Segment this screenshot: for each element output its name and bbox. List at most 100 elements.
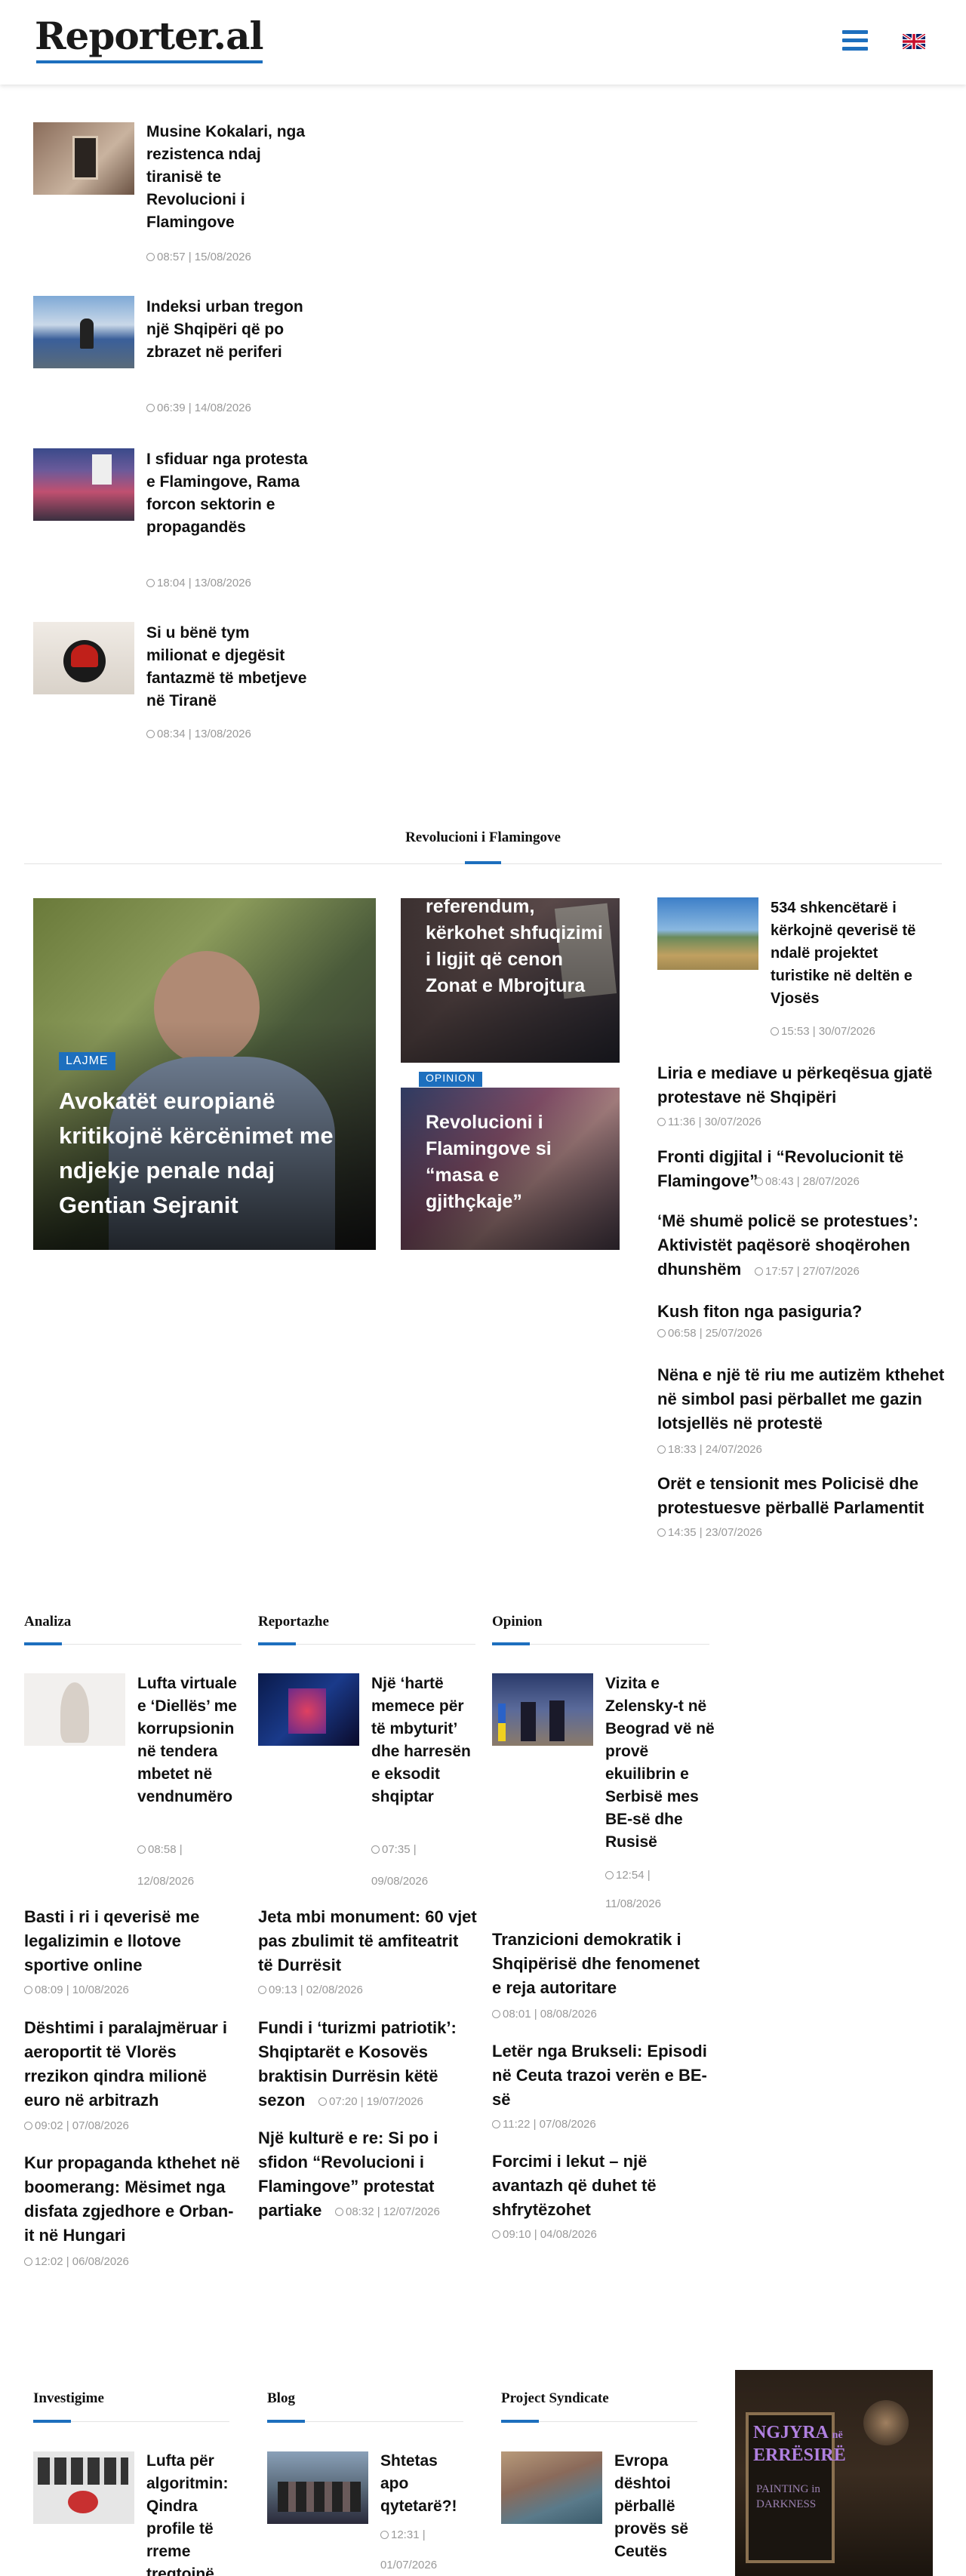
list-article-title-line[interactable]: sezon bbox=[258, 2088, 305, 2113]
list-article-title[interactable]: Tranzicioni demokratik i Shqipërisë dhe … bbox=[492, 1930, 700, 1997]
section-accent-bar bbox=[33, 2420, 71, 2423]
article-meta: 08:43 | 28/07/2026 bbox=[755, 1175, 860, 1188]
article-meta-date: 01/07/2026 bbox=[380, 2559, 438, 2571]
clock-icon bbox=[380, 2531, 389, 2539]
side-article[interactable]: Liria e mediave u përkeqësua gjatë prote… bbox=[657, 1061, 952, 1109]
article-title[interactable]: Musine Kokalari, nga rezistenca ndaj tir… bbox=[146, 121, 309, 234]
section-accent-bar bbox=[501, 2420, 539, 2423]
list-article-title[interactable]: Dështimi i paralajmëruar i aeroportit të… bbox=[24, 2018, 227, 2110]
section-title-opinion[interactable]: Opinion bbox=[492, 1614, 543, 1630]
list-article-title[interactable]: Letër nga Brukseli: Episodi në Ceuta tra… bbox=[492, 2042, 707, 2109]
article-title[interactable]: Lufta virtuale e ‘Diellës’ me korrupsion… bbox=[137, 1673, 243, 1808]
article-thumbnail[interactable] bbox=[33, 296, 134, 368]
side-article-title[interactable]: Orët e tensionit mes Policisë dhe protes… bbox=[657, 1474, 924, 1517]
list-article[interactable]: Dështimi i paralajmëruar i aeroportit të… bbox=[24, 2016, 243, 2113]
article-thumbnail[interactable] bbox=[33, 2451, 134, 2524]
category-badge[interactable]: LAJME bbox=[59, 1052, 115, 1070]
section-title-flamingo[interactable]: Revolucioni i Flamingove bbox=[0, 829, 966, 846]
ad-title: NGJYRA në bbox=[753, 2423, 843, 2442]
article-meta: 15:53 | 30/07/2026 bbox=[771, 1025, 875, 1038]
article-meta: 08:57 | 15/08/2026 bbox=[146, 251, 251, 263]
article-thumbnail[interactable] bbox=[33, 122, 134, 195]
list-article-title[interactable]: Kur propaganda kthehet në boomerang: Mës… bbox=[24, 2153, 240, 2245]
article-title[interactable]: Një ‘hartë memece për të mbyturit’ dhe h… bbox=[371, 1673, 477, 1808]
logo-underline bbox=[36, 60, 263, 63]
section-title-analiza[interactable]: Analiza bbox=[24, 1614, 71, 1630]
side-article-title[interactable]: Kush fiton nga pasiguria? bbox=[657, 1302, 862, 1321]
article-title[interactable]: I sfiduar nga protesta e Flamingove, Ram… bbox=[146, 448, 309, 539]
side-article-title[interactable]: Nëna e një të riu me autizëm kthehet në … bbox=[657, 1365, 944, 1433]
article-title[interactable]: Evropa dështoi përballë provës së Ceutës bbox=[614, 2450, 697, 2563]
clock-icon bbox=[371, 1845, 380, 1854]
article-thumbnail[interactable] bbox=[501, 2451, 602, 2524]
clock-icon bbox=[318, 2097, 327, 2106]
clock-icon bbox=[146, 579, 155, 587]
list-article-title[interactable]: Forcimi i lekut – një avantazh që duhet … bbox=[492, 2152, 657, 2219]
hamburger-menu-icon[interactable] bbox=[842, 30, 868, 53]
list-article-title-line[interactable]: Flamingove” protestat bbox=[258, 2174, 434, 2199]
list-article-title-line[interactable]: sfidon “Revolucioni i bbox=[258, 2150, 424, 2174]
article-title[interactable]: Lufta për algoritmin: Qindra profile të … bbox=[146, 2450, 241, 2576]
clock-icon bbox=[146, 404, 155, 412]
section-title-syndicate[interactable]: Project Syndicate bbox=[501, 2390, 609, 2407]
section-title-blog[interactable]: Blog bbox=[267, 2390, 295, 2407]
article-title[interactable]: Vizita e Zelensky-t në Beograd vë në pro… bbox=[605, 1673, 715, 1854]
list-article[interactable]: Jeta mbi monument: 60 vjet pas zbulimit … bbox=[258, 1905, 477, 1977]
category-badge[interactable]: OPINION bbox=[419, 1072, 483, 1087]
section-accent-bar bbox=[24, 1642, 62, 1645]
site-logo[interactable]: Reporter.al bbox=[35, 12, 263, 65]
list-article-title[interactable]: Basti i ri i qeverisë me legalizimin e l… bbox=[24, 1907, 199, 1974]
advertisement-banner[interactable]: NGJYRA në ERRËSIRË PAINTING in DARKNESS bbox=[735, 2370, 933, 2576]
section-title-reportazhe[interactable]: Reportazhe bbox=[258, 1614, 329, 1630]
list-article[interactable]: Tranzicioni demokratik i Shqipërisë dhe … bbox=[492, 1928, 711, 2000]
feature-card-title[interactable]: referendum, kërkohet shfuqizimi i ligjit… bbox=[426, 894, 607, 999]
side-article[interactable]: Nëna e një të riu me autizëm kthehet në … bbox=[657, 1363, 952, 1436]
logo-text: Reporter.al bbox=[35, 14, 263, 58]
side-article-title[interactable]: Liria e mediave u përkeqësua gjatë prote… bbox=[657, 1063, 932, 1106]
section-title-investigime[interactable]: Investigime bbox=[33, 2390, 104, 2407]
list-article-title-line[interactable]: Fundi i ‘turizmi patriotik’: bbox=[258, 2016, 457, 2040]
list-article[interactable]: Forcimi i lekut – një avantazh që duhet … bbox=[492, 2150, 711, 2222]
ad-title-line2: ERRËSIRË bbox=[753, 2445, 846, 2465]
article-thumbnail[interactable] bbox=[33, 622, 134, 694]
clock-icon bbox=[335, 2208, 343, 2216]
clock-icon bbox=[771, 1027, 779, 1036]
clock-icon bbox=[492, 2010, 500, 2018]
article-title[interactable]: Shtetas apo qytetarë?! bbox=[380, 2450, 463, 2518]
clock-icon bbox=[137, 1845, 146, 1854]
list-article[interactable]: Basti i ri i qeverisë me legalizimin e l… bbox=[24, 1905, 243, 1977]
article-meta: 08:32 | 12/07/2026 bbox=[335, 2205, 440, 2218]
article-meta: 08:34 | 13/08/2026 bbox=[146, 728, 251, 740]
list-article-title[interactable]: Jeta mbi monument: 60 vjet pas zbulimit … bbox=[258, 1907, 477, 1974]
list-article-title-line[interactable]: braktisin Durrësin këtë bbox=[258, 2064, 438, 2088]
side-article[interactable]: Kush fiton nga pasiguria? bbox=[657, 1300, 952, 1324]
list-article-title-line[interactable]: Një kulturë e re: Si po i bbox=[258, 2126, 438, 2150]
list-article-title-line[interactable]: Shqiptarët e Kosovës bbox=[258, 2040, 428, 2064]
clock-icon bbox=[657, 1118, 666, 1126]
section-accent-bar bbox=[258, 1642, 296, 1645]
list-article[interactable]: Kur propaganda kthehet në boomerang: Mës… bbox=[24, 2151, 243, 2248]
article-meta: 08:09 | 10/08/2026 bbox=[24, 1984, 129, 1996]
article-thumbnail[interactable] bbox=[24, 1673, 125, 1746]
article-meta-date: 11/08/2026 bbox=[605, 1897, 661, 1910]
list-article[interactable]: Letër nga Brukseli: Episodi në Ceuta tra… bbox=[492, 2039, 711, 2112]
article-meta: 12:54 | bbox=[605, 1869, 651, 1882]
article-thumbnail[interactable] bbox=[657, 897, 758, 970]
article-thumbnail[interactable] bbox=[267, 2451, 368, 2524]
article-title[interactable]: Indeksi urban tregon një Shqipëri që po … bbox=[146, 296, 309, 364]
main-feature-title[interactable]: Avokatët europianë kritikojnë kërcënimet… bbox=[59, 1084, 361, 1223]
side-article[interactable]: Orët e tensionit mes Policisë dhe protes… bbox=[657, 1472, 952, 1520]
feature-card-title[interactable]: Revolucioni i Flamingove si “masa e gjit… bbox=[426, 1109, 592, 1215]
article-thumbnail[interactable] bbox=[33, 448, 134, 521]
clock-icon bbox=[492, 2120, 500, 2128]
uk-flag-icon[interactable] bbox=[903, 34, 925, 49]
article-thumbnail[interactable] bbox=[258, 1673, 359, 1746]
article-meta: 17:57 | 27/07/2026 bbox=[755, 1265, 860, 1278]
clock-icon bbox=[146, 730, 155, 738]
article-title[interactable]: 534 shkencëtarë i kërkojnë qeverisë të n… bbox=[771, 897, 937, 1010]
article-title[interactable]: Si u bënë tym milionat e djegësit fantaz… bbox=[146, 622, 309, 712]
clock-icon bbox=[258, 1986, 266, 1994]
article-thumbnail[interactable] bbox=[492, 1673, 593, 1746]
list-article-title-line[interactable]: partiake bbox=[258, 2199, 321, 2223]
article-meta: 09:10 | 04/08/2026 bbox=[492, 2228, 597, 2241]
